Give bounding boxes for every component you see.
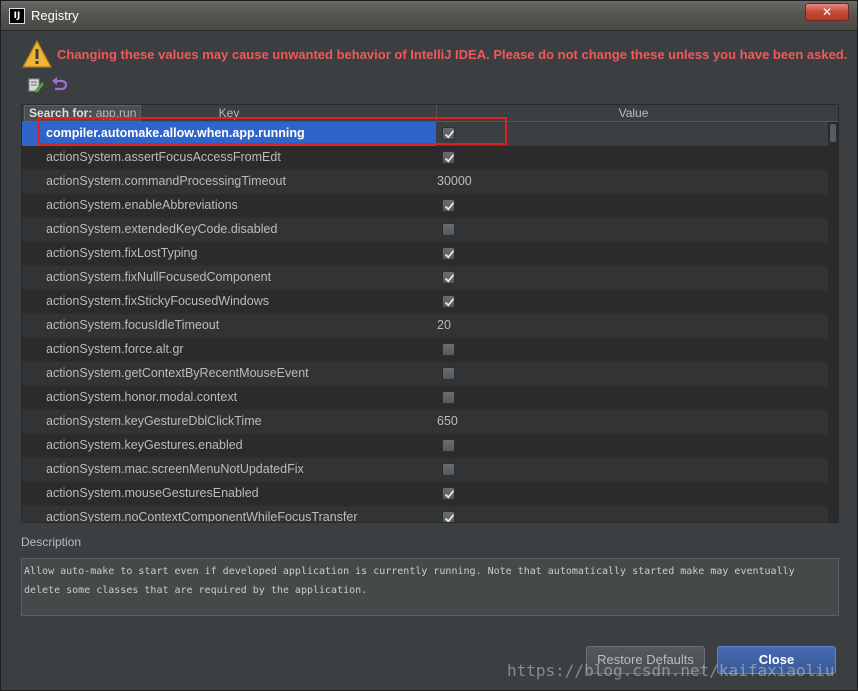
row-value-checkbox[interactable] (442, 271, 455, 284)
row-key: actionSystem.mouseGesturesEnabled (46, 486, 259, 500)
row-value-checkbox[interactable] (442, 487, 455, 500)
row-value-checkbox[interactable] (442, 367, 455, 380)
row-value-text[interactable]: 20 (437, 318, 451, 332)
table-scrollbar[interactable] (828, 122, 838, 522)
row-value-checkbox[interactable] (442, 223, 455, 236)
row-value-checkbox[interactable] (442, 247, 455, 260)
row-value-checkbox[interactable] (442, 199, 455, 212)
warning-message: Changing these values may cause unwanted… (57, 47, 848, 62)
row-key: actionSystem.mac.screenMenuNotUpdatedFix (46, 462, 304, 476)
registry-dialog: IJ Registry ✕ Changing these values may … (0, 0, 858, 691)
restore-defaults-button[interactable]: Restore Defaults (586, 646, 705, 674)
row-value-text[interactable]: 30000 (437, 174, 472, 188)
row-key: actionSystem.fixNullFocusedComponent (46, 270, 272, 284)
description-text: Allow auto-make to start even if develop… (21, 558, 839, 616)
row-key: actionSystem.commandProcessingTimeout (46, 174, 286, 188)
table-rows: compiler.automake.allow.when.app.running… (22, 122, 828, 523)
title-bar[interactable]: IJ Registry ✕ (1, 1, 857, 31)
table-row[interactable]: actionSystem.enableAbbreviations (22, 194, 828, 218)
row-value-checkbox[interactable] (442, 151, 455, 164)
table-row[interactable]: actionSystem.force.alt.gr (22, 338, 828, 362)
row-key: actionSystem.fixLostTyping (46, 246, 198, 260)
row-key: actionSystem.focusIdleTimeout (46, 318, 220, 332)
table-row[interactable]: actionSystem.extendedKeyCode.disabled (22, 218, 828, 242)
row-key: actionSystem.getContextByRecentMouseEven… (46, 366, 309, 380)
table-row[interactable]: actionSystem.fixNullFocusedComponent (22, 266, 828, 290)
table-row[interactable]: actionSystem.mouseGesturesEnabled (22, 482, 828, 506)
row-value-checkbox[interactable] (442, 439, 455, 452)
row-value-checkbox[interactable] (442, 343, 455, 356)
table-row[interactable]: actionSystem.getContextByRecentMouseEven… (22, 362, 828, 386)
row-key: actionSystem.force.alt.gr (46, 342, 184, 356)
revert-icon[interactable] (51, 77, 67, 93)
scrollbar-thumb[interactable] (830, 124, 836, 142)
row-value-checkbox[interactable] (442, 295, 455, 308)
table-row[interactable]: actionSystem.noContextComponentWhileFocu… (22, 506, 828, 523)
table-row[interactable]: actionSystem.mac.screenMenuNotUpdatedFix (22, 458, 828, 482)
table-row[interactable]: actionSystem.honor.modal.context (22, 386, 828, 410)
row-key: actionSystem.enableAbbreviations (46, 198, 238, 212)
row-key: actionSystem.fixStickyFocusedWindows (46, 294, 269, 308)
registry-table[interactable]: Key Value Search for: app.run compiler.a… (21, 104, 839, 523)
table-row[interactable]: actionSystem.commandProcessingTimeout 300… (22, 170, 828, 194)
row-key: actionSystem.extendedKeyCode.disabled (46, 222, 278, 236)
table-row[interactable]: actionSystem.fixLostTyping (22, 242, 828, 266)
row-key: actionSystem.assertFocusAccessFromEdt (46, 150, 281, 164)
row-value-checkbox[interactable] (442, 511, 455, 522)
table-row[interactable]: actionSystem.fixStickyFocusedWindows (22, 290, 828, 314)
intellij-logo-icon: IJ (9, 8, 25, 24)
window-close-button[interactable]: ✕ (805, 3, 849, 21)
table-row[interactable]: actionSystem.keyGestureDblClickTime 650 (22, 410, 828, 434)
annotation-highlight-box (38, 117, 507, 145)
description-label: Description (21, 535, 82, 549)
row-key: actionSystem.keyGestures.enabled (46, 438, 243, 452)
row-value-text[interactable]: 650 (437, 414, 458, 428)
edit-icon[interactable] (28, 77, 44, 93)
table-row[interactable]: actionSystem.keyGestures.enabled (22, 434, 828, 458)
table-row[interactable]: actionSystem.focusIdleTimeout 20 (22, 314, 828, 338)
row-key: actionSystem.honor.modal.context (46, 390, 238, 404)
row-key: actionSystem.keyGestureDblClickTime (46, 414, 262, 428)
row-value-checkbox[interactable] (442, 463, 455, 476)
warning-icon (22, 40, 52, 68)
row-key: actionSystem.noContextComponentWhileFocu… (46, 510, 358, 523)
table-row[interactable]: actionSystem.assertFocusAccessFromEdt (22, 146, 828, 170)
close-button[interactable]: Close (717, 646, 836, 674)
window-title: Registry (31, 8, 79, 23)
row-value-checkbox[interactable] (442, 391, 455, 404)
